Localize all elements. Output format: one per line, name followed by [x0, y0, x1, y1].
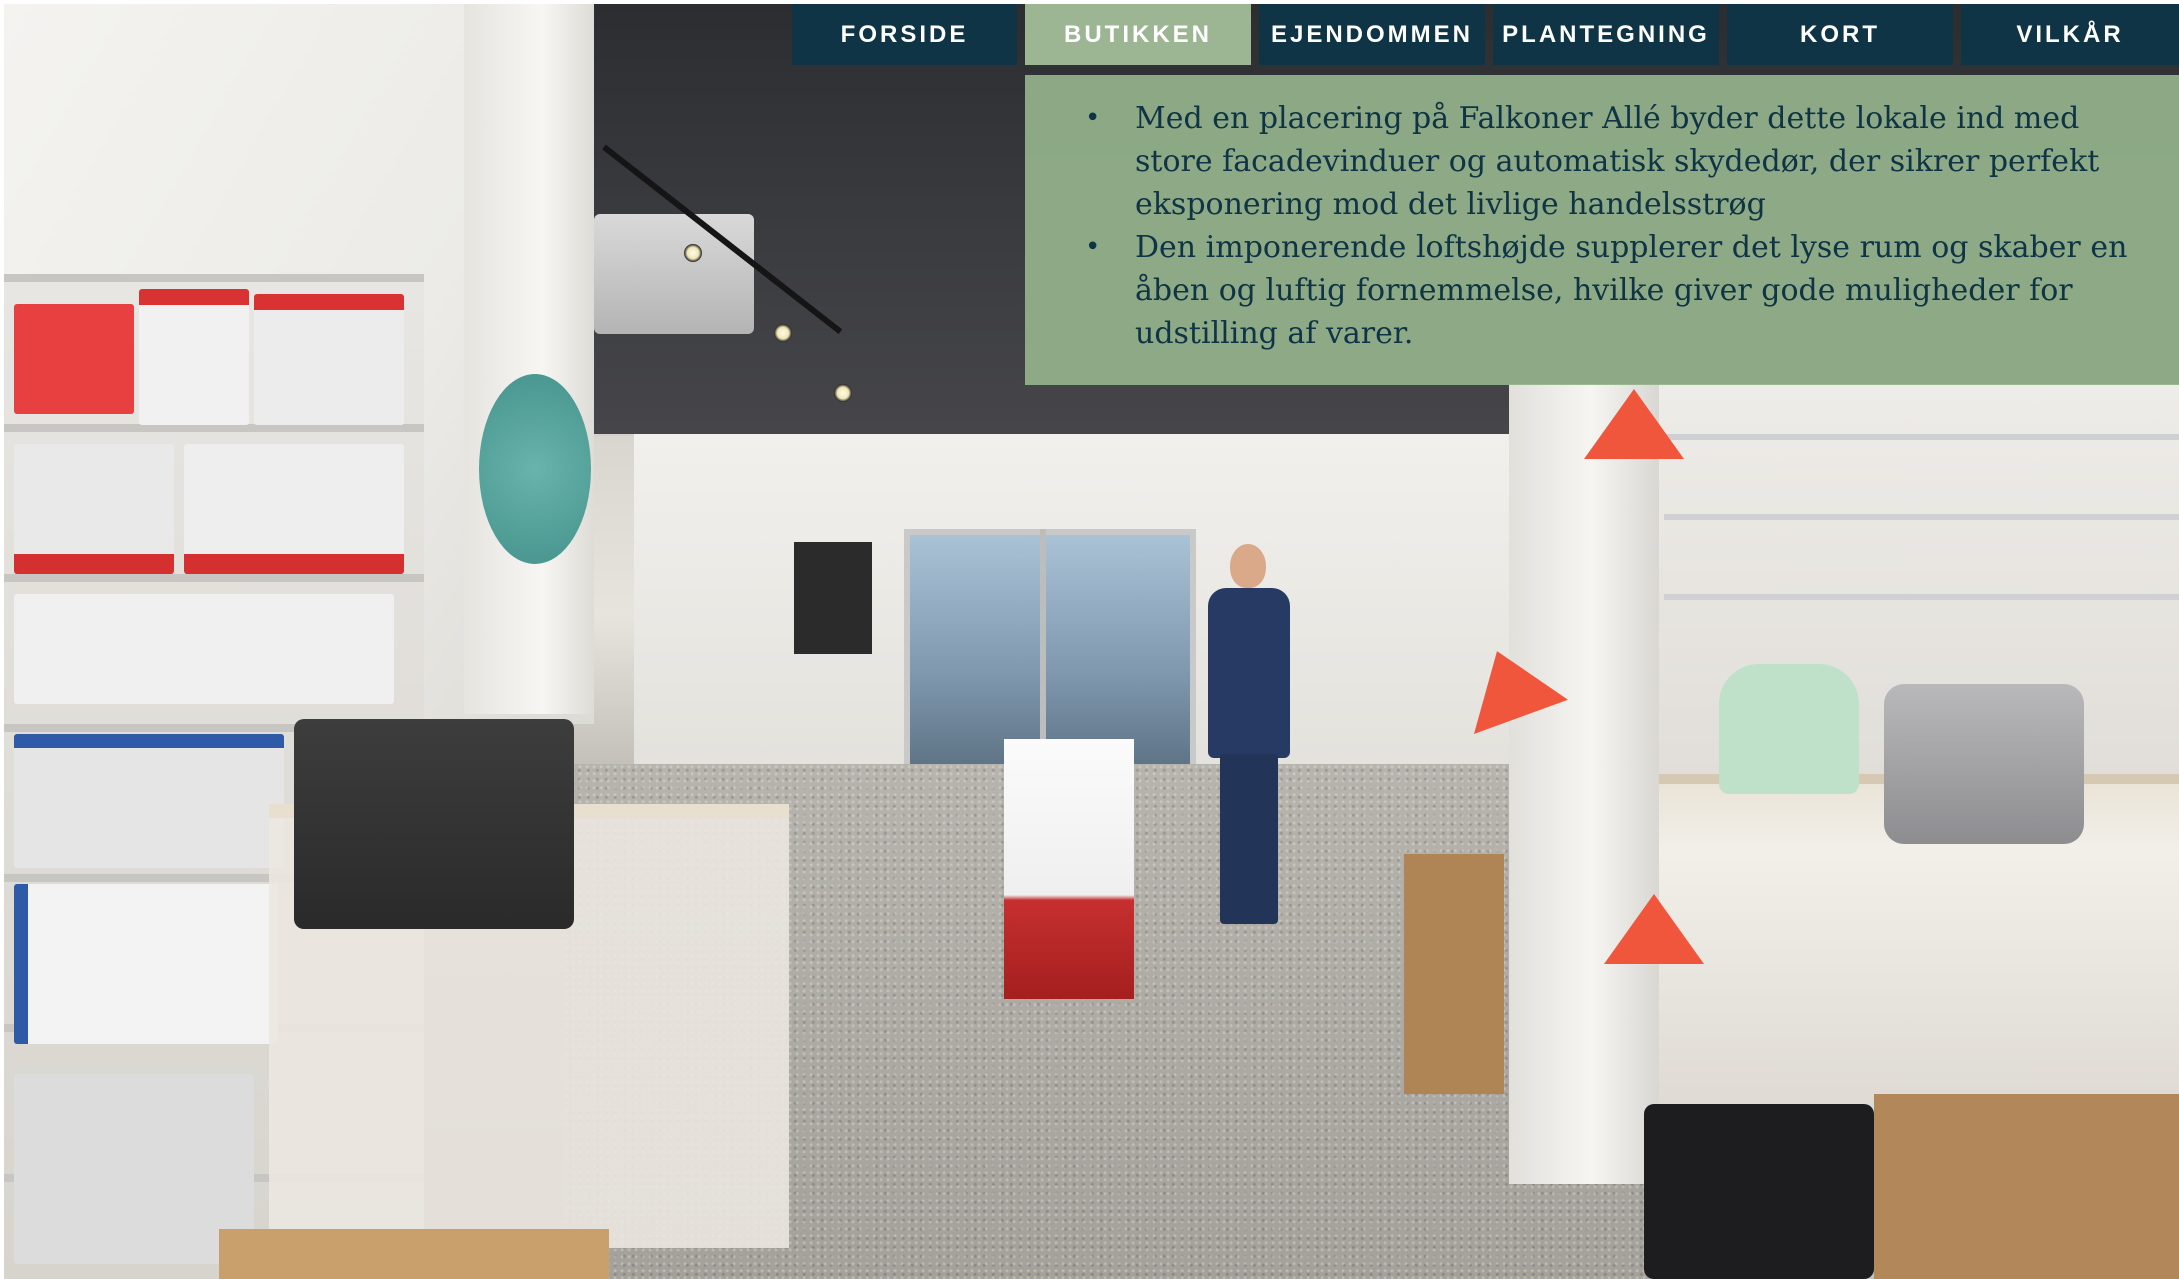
- round-sign: [479, 374, 591, 564]
- spotlight: [774, 324, 792, 342]
- info-bullet-list: • Med en placering på Falkoner Allé byde…: [1063, 97, 2143, 355]
- appliance-shelves: [1664, 434, 2179, 674]
- product-pack: [139, 289, 249, 425]
- coffee-machine: [294, 719, 574, 929]
- center-display: [1004, 739, 1134, 999]
- person-head: [1230, 544, 1266, 588]
- bullet-symbol: •: [1085, 232, 1101, 262]
- black-appliance: [1644, 1104, 1874, 1279]
- pennant-flag: [1584, 389, 1684, 459]
- nav-vilkar[interactable]: VILKÅR: [1961, 4, 2179, 65]
- nav-plantegning[interactable]: PLANTEGNING: [1493, 4, 1719, 65]
- cardboard-box: [219, 1229, 609, 1279]
- product-pack: [254, 294, 404, 425]
- person-legs: [1220, 754, 1278, 924]
- ceiling-duct: [594, 214, 754, 334]
- info-bullet: • Med en placering på Falkoner Allé byde…: [1063, 97, 2143, 226]
- right-pillar: [1509, 384, 1659, 1184]
- product-pack: [14, 884, 278, 1044]
- spotlight: [684, 244, 702, 262]
- nav-butikken[interactable]: BUTIKKEN: [1025, 4, 1251, 65]
- spotlight: [834, 384, 852, 402]
- product-pack: [14, 1074, 254, 1264]
- kitchen-machine: [1884, 684, 2084, 844]
- product-pack: [14, 594, 394, 704]
- nav-kort[interactable]: KORT: [1727, 4, 1953, 65]
- poster: [794, 542, 872, 654]
- nav-forside[interactable]: FORSIDE: [792, 4, 1017, 65]
- product-pack: [14, 444, 174, 574]
- person-walking: [1194, 544, 1304, 934]
- entrance-glass-door: [904, 529, 1196, 771]
- left-pillar: [464, 4, 594, 714]
- info-bullet-text: Den imponerende loftshøjde supplerer det…: [1135, 230, 2128, 351]
- info-bullet: • Den imponerende loftshøjde supplerer d…: [1063, 226, 2143, 355]
- cardboard-box: [1874, 1094, 2179, 1279]
- product-pack: [14, 734, 284, 868]
- bullet-symbol: •: [1085, 103, 1101, 133]
- pennant-flag: [1604, 894, 1704, 964]
- door-divider: [1040, 529, 1046, 771]
- product-pack: [14, 304, 134, 414]
- info-bullet-text: Med en placering på Falkoner Allé byder …: [1135, 101, 2100, 222]
- nav-ejendommen[interactable]: EJENDOMMEN: [1259, 4, 1485, 65]
- product-pack: [184, 444, 404, 574]
- cardboard-box: [1404, 854, 1504, 1094]
- info-panel: • Med en placering på Falkoner Allé byde…: [1025, 75, 2179, 385]
- person-suit: [1208, 588, 1290, 758]
- stand-mixer: [1719, 664, 1859, 794]
